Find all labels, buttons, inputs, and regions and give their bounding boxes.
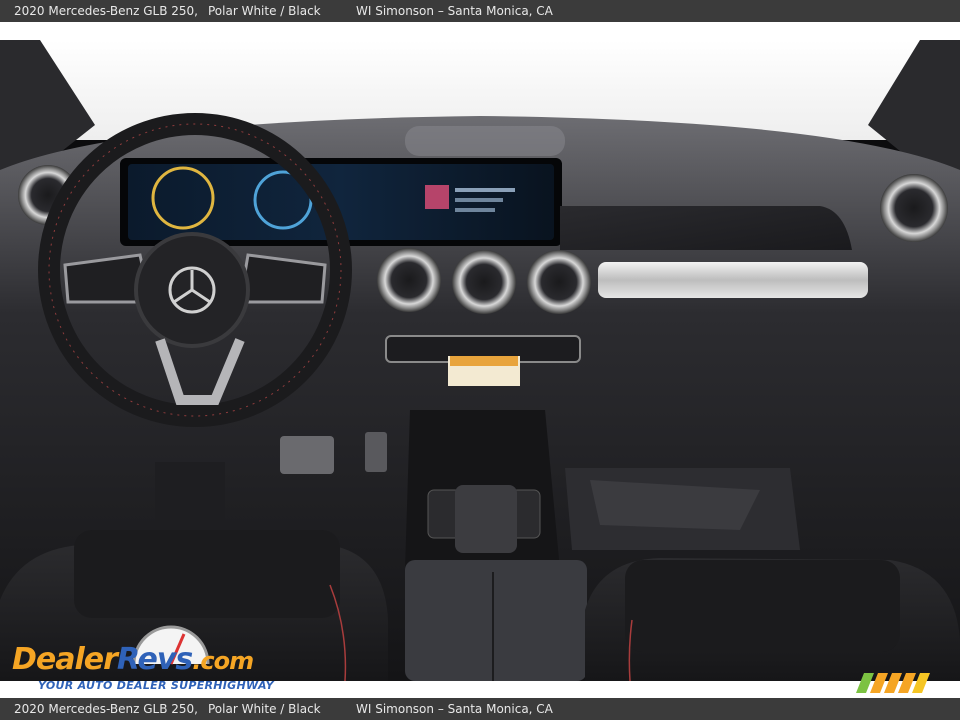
caption-bar-bottom: 2020 Mercedes-Benz GLB 250, Polar White … (0, 698, 960, 720)
caption-dealer: WI Simonson – Santa Monica, CA (356, 4, 553, 18)
photo-top-border (0, 22, 960, 40)
dealerrevs-tagline: YOUR AUTO DEALER SUPERHIGHWAY (38, 679, 274, 692)
caption-color: Polar White / Black (208, 4, 321, 18)
interior-photo (0, 40, 960, 681)
caption-model-bottom: 2020 Mercedes-Benz GLB 250, (14, 702, 198, 716)
caption-bar-top: 2020 Mercedes-Benz GLB 250, Polar White … (0, 0, 960, 22)
caption-model: 2020 Mercedes-Benz GLB 250, (14, 4, 198, 18)
dealerrevs-watermark: DealerRevs.com YOUR AUTO DEALER SUPERHIG… (12, 622, 274, 694)
dealer-stripes-logo-icon (856, 673, 930, 693)
dealerrevs-logo-text: DealerRevs.com (12, 642, 254, 677)
caption-color-bottom: Polar White / Black (208, 702, 321, 716)
caption-dealer-bottom: WI Simonson – Santa Monica, CA (356, 702, 553, 716)
dashboard-illustration (0, 40, 960, 681)
